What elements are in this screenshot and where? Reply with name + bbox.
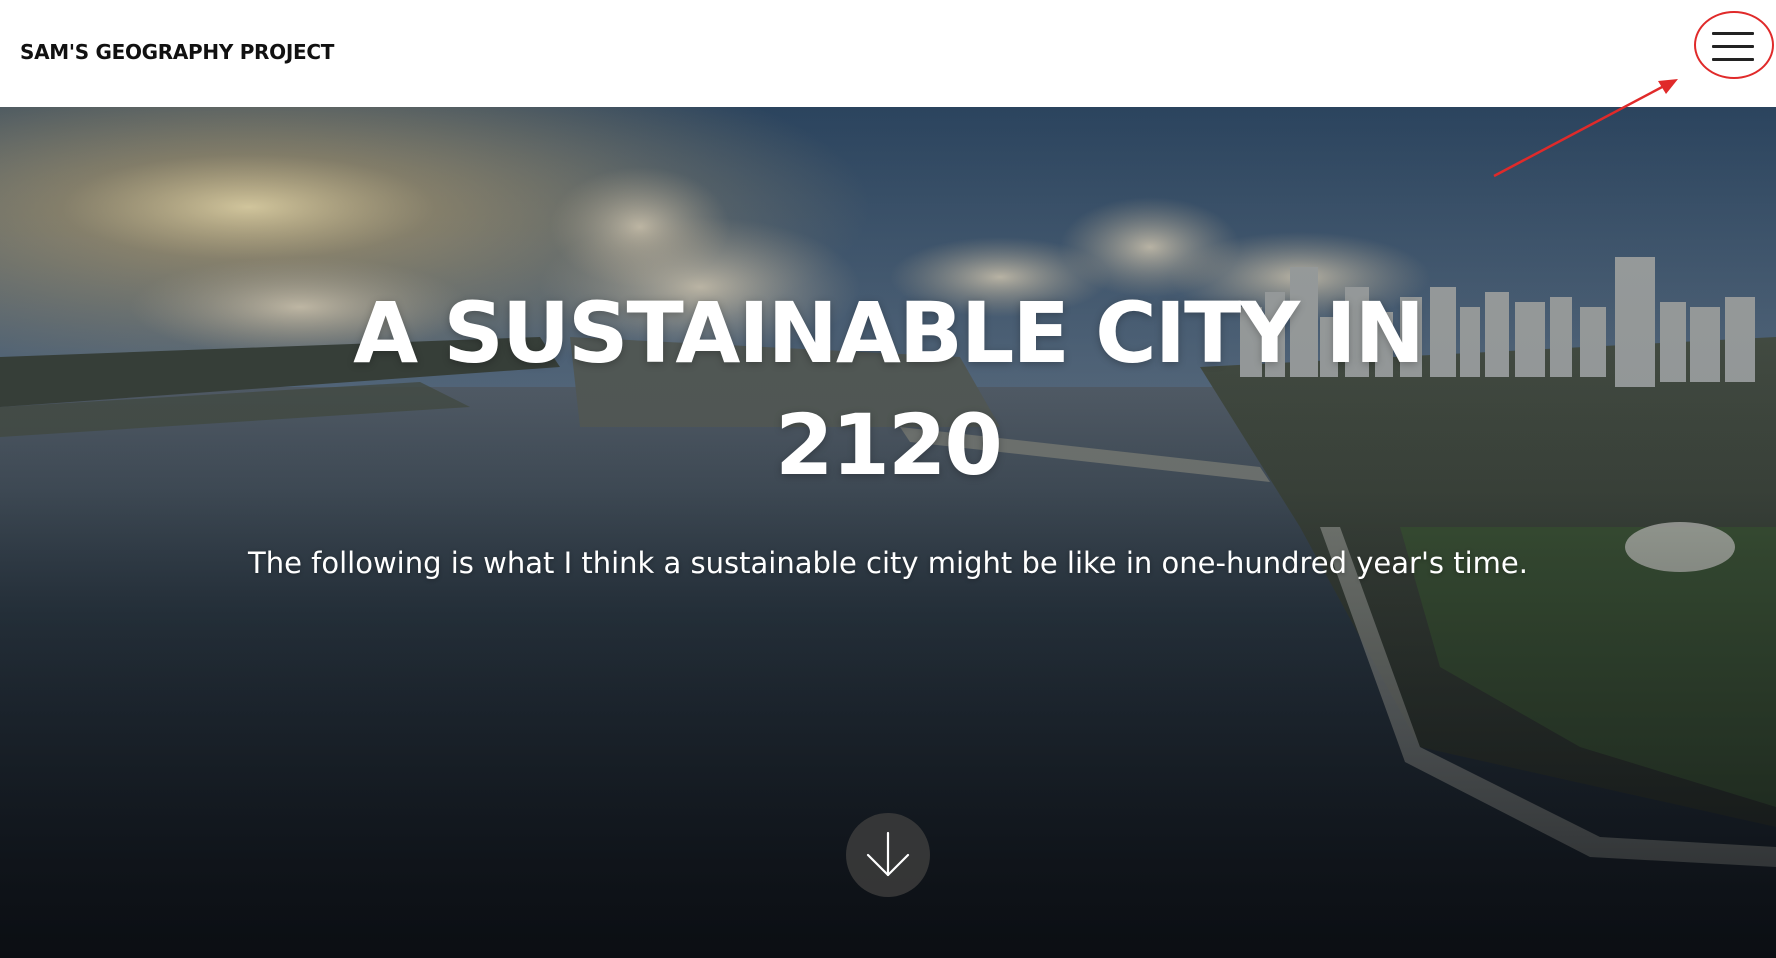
hamburger-menu-button[interactable]: [1700, 25, 1766, 71]
scroll-down-button[interactable]: [846, 813, 930, 897]
site-header: SAM'S GEOGRAPHY PROJECT: [0, 0, 1776, 107]
menu-line: [1712, 58, 1754, 61]
menu-line: [1712, 32, 1754, 35]
hero-subtitle: The following is what I think a sustaina…: [248, 546, 1528, 580]
hero-title: A SUSTAINABLE CITY IN 2120: [353, 284, 1425, 494]
site-title-link[interactable]: SAM'S GEOGRAPHY PROJECT: [20, 40, 334, 64]
hero-section: A SUSTAINABLE CITY IN 2120 The following…: [0, 107, 1776, 958]
menu-line: [1712, 45, 1754, 48]
page: SAM'S GEOGRAPHY PROJECT A SUSTAINABLE CI…: [0, 0, 1776, 958]
arrow-down-icon: [866, 831, 910, 877]
